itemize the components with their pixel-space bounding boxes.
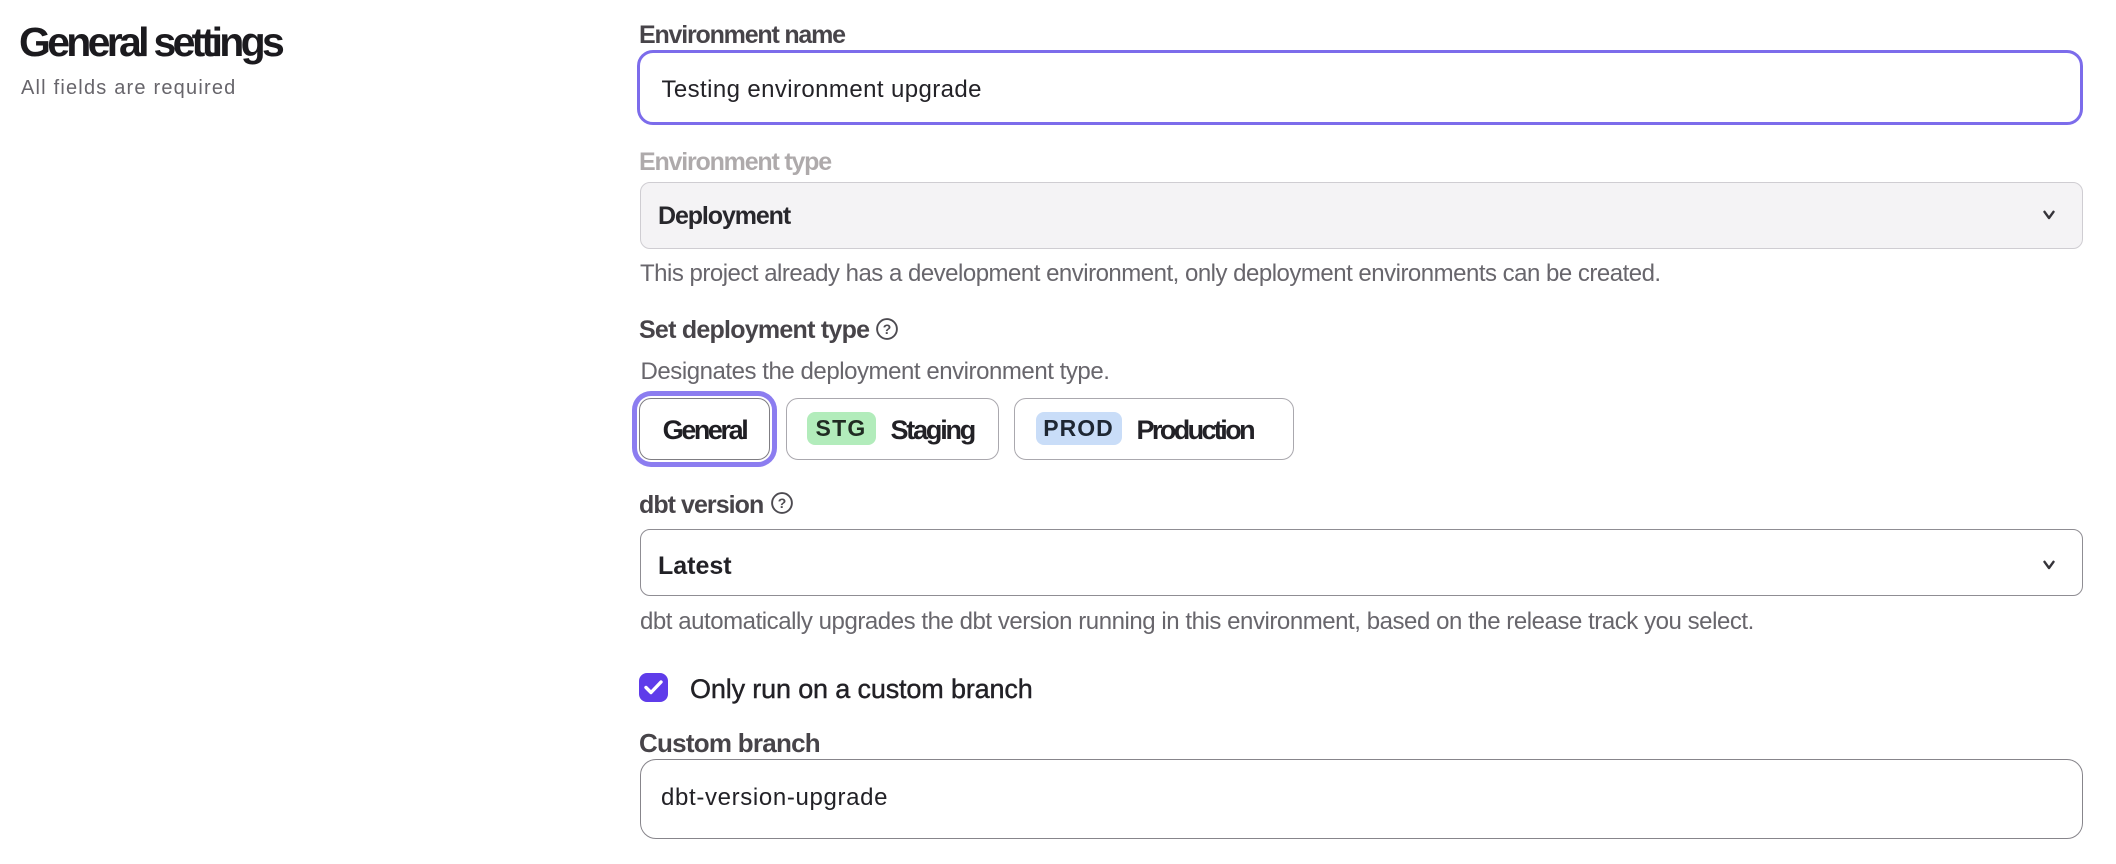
svg-text:?: ? bbox=[883, 321, 892, 337]
svg-text:?: ? bbox=[777, 495, 786, 511]
